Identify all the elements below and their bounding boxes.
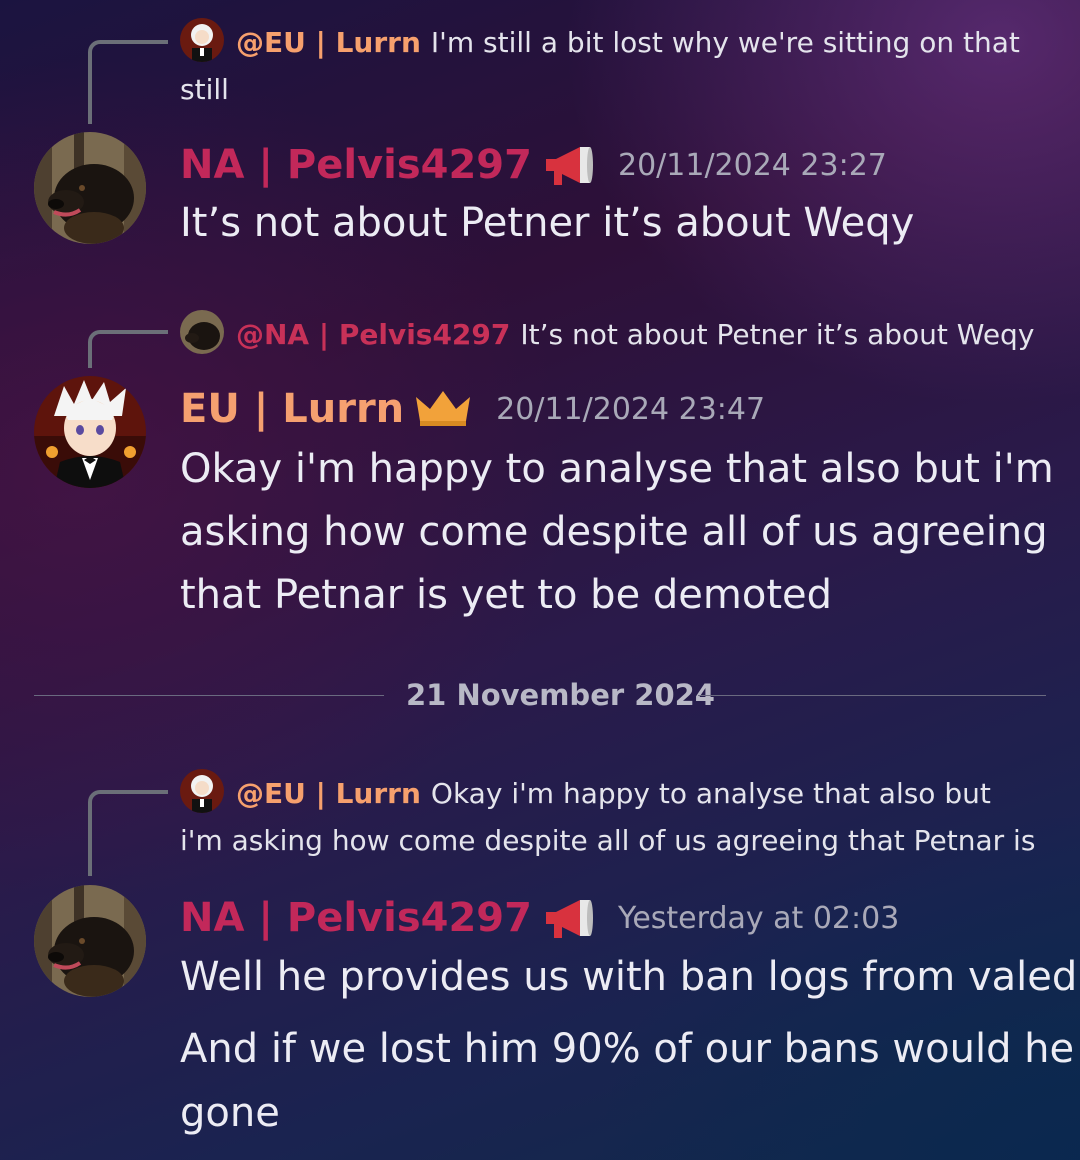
divider-line [34, 695, 384, 696]
crown-icon [414, 389, 472, 429]
message-text-line: asking how come despite all of us agreei… [180, 509, 1048, 555]
username[interactable]: NA | Pelvis4297 [180, 895, 532, 941]
avatar-lurrn[interactable] [34, 376, 146, 488]
avatar-pelvis-small[interactable] [180, 310, 224, 354]
reply-text: It’s not about Petner it’s about Weqy [520, 318, 1035, 351]
username[interactable]: NA | Pelvis4297 [180, 142, 532, 188]
avatar-lurrn-small[interactable] [180, 18, 224, 62]
megaphone-icon [542, 143, 594, 187]
message-text: It’s not about Petner it’s about Weqy [180, 200, 915, 246]
reply-author[interactable]: @NA | Pelvis4297 [236, 318, 510, 351]
reply-connector [88, 790, 168, 876]
message-header: EU | Lurrn 20/11/2024 23:47 [180, 384, 765, 434]
avatar-pelvis[interactable] [34, 885, 146, 997]
username[interactable]: EU | Lurrn [180, 386, 404, 432]
megaphone-icon [542, 896, 594, 940]
timestamp[interactable]: Yesterday at 02:03 [618, 901, 899, 936]
message-text-line: And if we lost him 90% of our bans would… [180, 1026, 1075, 1072]
reply-preview[interactable]: @EU | Lurrn I'm still a bit lost why we'r… [180, 18, 1040, 113]
message-text-line: gone [180, 1090, 280, 1136]
reply-author[interactable]: @EU | Lurrn [236, 777, 421, 810]
timestamp[interactable]: 20/11/2024 23:47 [496, 392, 765, 427]
message-text-line: that Petnar is yet to be demoted [180, 572, 833, 618]
reply-author[interactable]: @EU | Lurrn [236, 26, 421, 59]
reply-preview[interactable]: @NA | Pelvis4297 It’s not about Petner it… [180, 310, 1040, 358]
reply-connector [88, 40, 168, 124]
timestamp[interactable]: 20/11/2024 23:27 [618, 148, 887, 183]
message-text-line: Okay i'm happy to analyse that also but … [180, 446, 1054, 492]
avatar-pelvis[interactable] [34, 132, 146, 244]
message-header: NA | Pelvis4297 20/11/2024 23:27 [180, 140, 887, 190]
reply-connector [88, 330, 168, 368]
divider-line [698, 695, 1046, 696]
message-text-line: Well he provides us with ban logs from v… [180, 954, 1078, 1000]
date-divider: 21 November 2024 [406, 678, 715, 712]
message-header: NA | Pelvis4297 Yesterday at 02:03 [180, 893, 899, 943]
reply-preview[interactable]: @EU | Lurrn Okay i'm happy to analyse tha… [180, 769, 1040, 864]
avatar-lurrn-small[interactable] [180, 769, 224, 813]
